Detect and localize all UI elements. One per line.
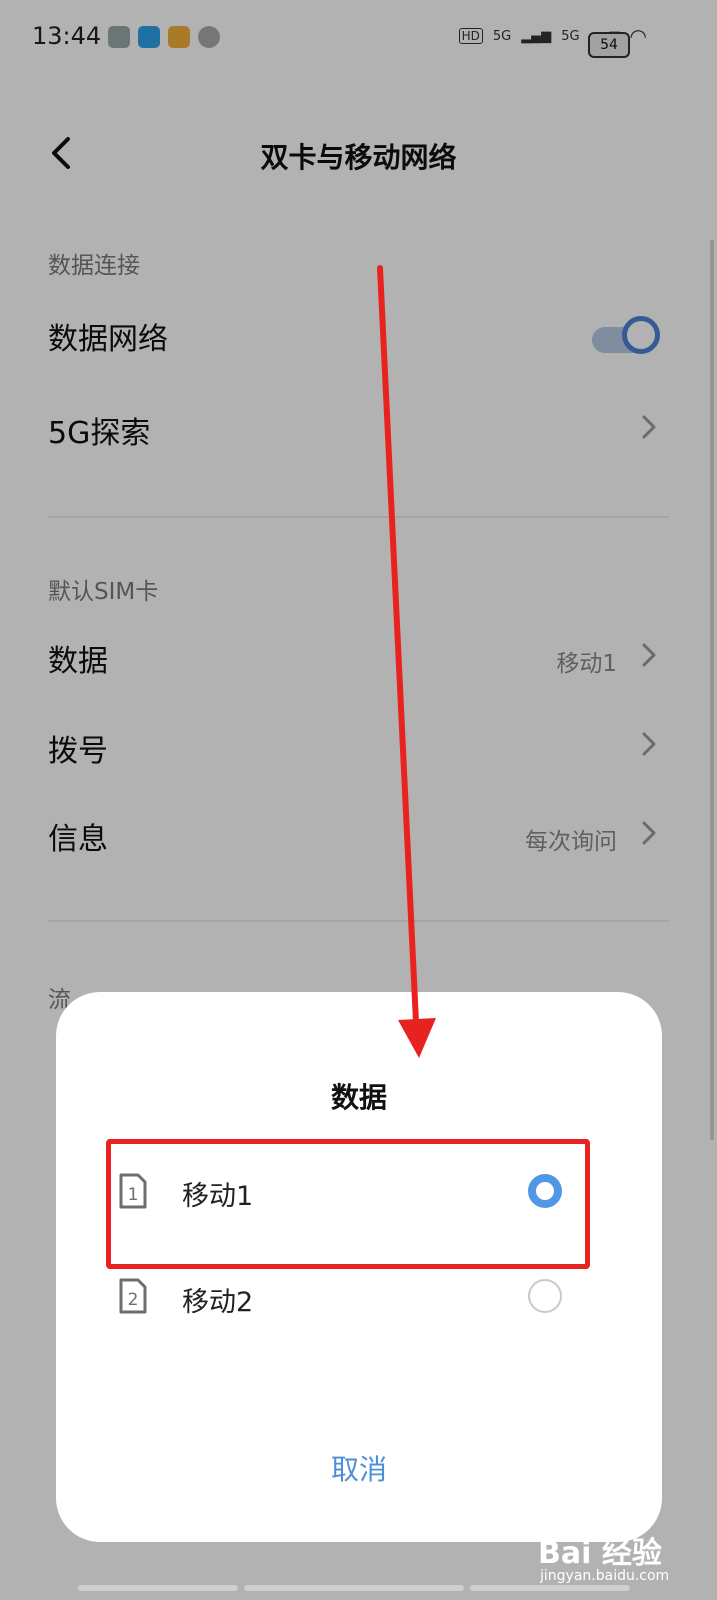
baidu-watermark-url: jingyan.baidu.com — [540, 1568, 670, 1584]
sim-card-2-icon: 2 — [119, 1278, 147, 1314]
cancel-button[interactable]: 取消 — [56, 1448, 662, 1488]
nav-bar-segment — [470, 1585, 630, 1591]
nav-bar-segment — [244, 1585, 464, 1591]
option-label: 移动2 — [182, 1287, 254, 1318]
radio-unselected[interactable] — [528, 1279, 562, 1313]
dialog-title: 数据 — [330, 1081, 387, 1114]
highlight-annotation — [106, 1139, 590, 1269]
baidu-watermark: Bai 经验 — [538, 1536, 662, 1571]
sim-number: 2 — [128, 1290, 139, 1310]
nav-bar-segment — [78, 1585, 238, 1591]
bottom-navigation-hint — [78, 1585, 630, 1591]
